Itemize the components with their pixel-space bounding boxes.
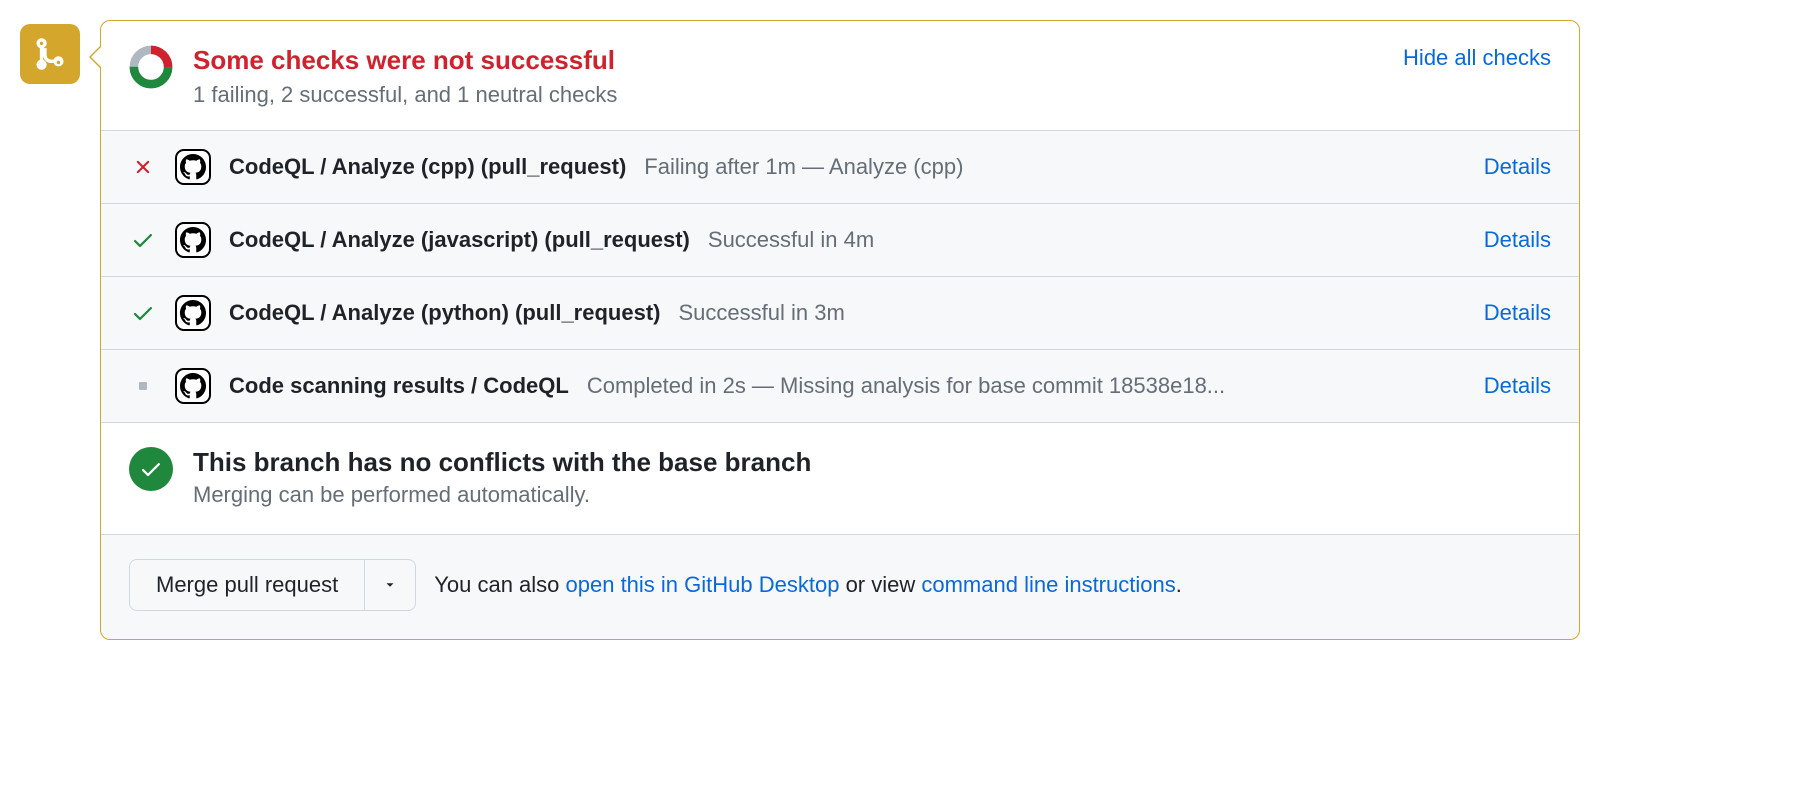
hide-all-checks-link[interactable]: Hide all checks [1403,45,1551,71]
check-details-link[interactable]: Details [1484,373,1551,399]
check-row: CodeQL / Analyze (javascript) (pull_requ… [101,204,1579,277]
check-name: CodeQL / Analyze (cpp) (pull_request) [229,154,626,180]
check-detail: Successful in 4m [708,227,1466,253]
checks-status-section: Some checks were not successful 1 failin… [101,21,1579,131]
conflict-title: This branch has no conflicts with the ba… [193,447,811,478]
merge-dropdown-button[interactable] [364,560,415,610]
status-subtitle: 1 failing, 2 successful, and 1 neutral c… [193,82,1383,108]
conflict-section: This branch has no conflicts with the ba… [101,423,1579,535]
check-detail: Successful in 3m [678,300,1465,326]
success-circle-icon [129,447,173,491]
check-icon [129,299,157,327]
check-icon [129,226,157,254]
check-details-link[interactable]: Details [1484,227,1551,253]
status-title: Some checks were not successful [193,45,1383,76]
merge-help-text: You can also open this in GitHub Desktop… [434,572,1182,598]
github-avatar-icon [175,222,211,258]
check-details-link[interactable]: Details [1484,154,1551,180]
merge-text-suffix: . [1176,572,1182,597]
merge-status-box: Some checks were not successful 1 failin… [100,20,1580,640]
check-detail: Failing after 1m — Analyze (cpp) [644,154,1465,180]
merge-pull-request-button[interactable]: Merge pull request [130,560,364,610]
timeline-badge [20,24,80,84]
open-in-desktop-link[interactable]: open this in GitHub Desktop [566,572,840,597]
github-avatar-icon [175,149,211,185]
check-row: CodeQL / Analyze (cpp) (pull_request) Fai… [101,131,1579,204]
github-avatar-icon [175,295,211,331]
check-row: CodeQL / Analyze (python) (pull_request)… [101,277,1579,350]
merge-section: Merge pull request You can also open thi… [101,535,1579,639]
github-avatar-icon [175,368,211,404]
check-name: CodeQL / Analyze (python) (pull_request) [229,300,660,326]
x-icon [129,153,157,181]
status-donut-icon [129,45,173,89]
triangle-down-icon [383,578,397,592]
check-detail: Completed in 2s — Missing analysis for b… [587,373,1466,399]
check-row: Code scanning results / CodeQL Completed … [101,350,1579,423]
merge-text-middle: or view [839,572,921,597]
command-line-instructions-link[interactable]: command line instructions [921,572,1175,597]
check-name: CodeQL / Analyze (javascript) (pull_requ… [229,227,690,253]
conflict-subtitle: Merging can be performed automatically. [193,482,811,508]
git-merge-icon [32,36,68,72]
merge-button-group: Merge pull request [129,559,416,611]
square-icon [129,372,157,400]
check-details-link[interactable]: Details [1484,300,1551,326]
check-name: Code scanning results / CodeQL [229,373,569,399]
merge-text-prefix: You can also [434,572,565,597]
